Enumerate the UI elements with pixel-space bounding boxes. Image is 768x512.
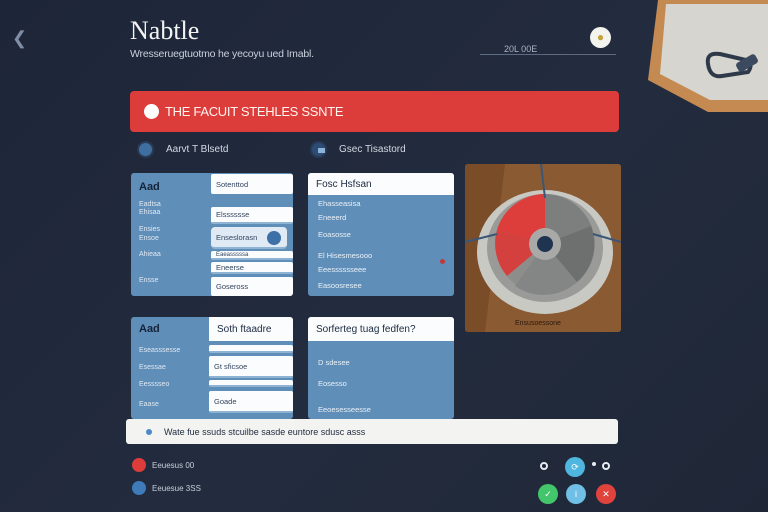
radio-option-2[interactable]: Gsec Tisastord	[310, 141, 406, 158]
clipboard-decoration	[648, 0, 768, 112]
status-dot-icon	[440, 259, 445, 264]
field-label: Ensse	[139, 277, 159, 284]
field-label: Ahieaa	[139, 251, 161, 258]
card-header: Sorferteg tuag fedfen?	[308, 317, 454, 341]
gauge-dial-icon	[465, 164, 621, 332]
text-field[interactable]	[209, 380, 293, 387]
text-field[interactable]	[209, 345, 293, 353]
header-meta: 20L 00E	[504, 44, 538, 54]
separator-dot-icon	[592, 462, 596, 466]
pager-dot-icon[interactable]	[540, 462, 548, 470]
check-icon: ✓	[544, 489, 552, 499]
field-label: Esessae	[139, 364, 166, 371]
gear-icon: ●	[596, 30, 605, 44]
banner-text: THE FACUIT STEHLES SSNTE	[165, 104, 344, 119]
text-field[interactable]: Eaeasssssa	[211, 251, 293, 260]
field-header[interactable]: Sotenttod	[211, 174, 293, 194]
text-field[interactable]: Goade	[209, 391, 293, 413]
field-label: Eaase	[139, 401, 159, 408]
delete-button[interactable]: ✕	[596, 484, 616, 504]
radio-option-1[interactable]: Aarvt T Blsetd	[137, 141, 228, 158]
list-item[interactable]: Ehasseasisa	[318, 199, 361, 208]
info-icon: i	[575, 489, 577, 499]
field-label: Eseasssesse	[139, 347, 181, 354]
radio-selected-icon	[310, 141, 327, 158]
image-caption: Ensusoessone	[515, 320, 561, 327]
list-item[interactable]: Eneeerd	[318, 213, 346, 222]
legend-swatch	[132, 481, 146, 495]
legend-swatch	[132, 458, 146, 472]
close-icon: ✕	[602, 489, 610, 499]
text-field[interactable]: Gt sficsoe	[209, 356, 293, 378]
list-item[interactable]: Eeoesesseesse	[318, 405, 371, 414]
list-item[interactable]: El Hisesmesooo	[318, 251, 372, 260]
info-dot-icon	[146, 428, 152, 435]
card-form-1: Aad Eadtsa Ehisaa Ensies Ensoe Ahieaa En…	[131, 173, 293, 296]
page-title: Nabtle	[130, 16, 200, 45]
back-button[interactable]: ❮	[12, 28, 32, 48]
toggle-knob-icon	[267, 231, 281, 245]
alert-banner[interactable]: THE FACUIT STEHLES SSNTE	[130, 91, 619, 132]
field-label: Ensies	[139, 226, 161, 233]
card-title: Aad	[139, 181, 160, 193]
list-item[interactable]: D sdesee	[318, 358, 350, 367]
select-field[interactable]: Enseslorasn	[211, 227, 287, 249]
radio-label: Gsec Tisastord	[339, 144, 406, 155]
list-item[interactable]: Eosesso	[318, 379, 347, 388]
info-text: Wate fue ssuds stcuilbe sasde euntore sd…	[164, 426, 366, 437]
field-label: Eesssseo	[139, 381, 170, 388]
chevron-left-icon: ❮	[12, 28, 28, 48]
legend-item: Eeuesus 00	[132, 458, 194, 472]
gauge-image: Ensusoessone	[465, 164, 621, 332]
field-label: Ehisaa	[139, 209, 161, 216]
settings-button[interactable]: ●	[590, 27, 611, 48]
field-label: Eadtsa	[139, 201, 161, 208]
card-title: Aad	[139, 323, 160, 335]
info-button[interactable]: i	[566, 484, 586, 504]
banner-dot-icon	[144, 104, 159, 119]
pager-dot-icon[interactable]	[602, 462, 610, 470]
text-field[interactable]: Eneerse	[211, 262, 293, 274]
info-bar[interactable]: Wate fue ssuds stcuilbe sasde euntore sd…	[126, 419, 618, 444]
refresh-button[interactable]: ⟳	[565, 457, 585, 477]
list-item[interactable]: Eeesssssseee	[318, 265, 366, 274]
legend-item: Eeuesue 3SS	[132, 481, 201, 495]
legend-label: Eeuesue 3SS	[152, 483, 201, 493]
field-label: Ensoe	[139, 235, 159, 242]
card-header: Fosc Hsfsan	[308, 173, 454, 195]
card-list-2: Sorferteg tuag fedfen? D sdesee Eosesso …	[308, 317, 454, 419]
radio-icon	[137, 141, 154, 158]
list-item[interactable]: Eoasosse	[318, 230, 351, 239]
header-divider	[480, 54, 616, 55]
form-title: Soth ftaadre	[209, 317, 293, 341]
list-item[interactable]: Easoosresee	[318, 281, 362, 290]
radio-label: Aarvt T Blsetd	[166, 144, 229, 155]
select-value: Enseslorasn	[216, 232, 258, 242]
card-list-1: Fosc Hsfsan Ehasseasisa Eneeerd Eoasosse…	[308, 173, 454, 296]
refresh-icon: ⟳	[571, 462, 579, 472]
legend-label: Eeuesus 00	[152, 460, 195, 470]
confirm-button[interactable]: ✓	[538, 484, 558, 504]
page-subtitle: Wresseruegtuotmo he yecoyu ued Imabl.	[130, 48, 314, 60]
text-field[interactable]: Elsssssse	[211, 207, 293, 224]
card-form-2: Aad Soth ftaadre Eseasssesse Esessae Ees…	[131, 317, 293, 419]
text-field[interactable]: Goseross	[211, 277, 293, 296]
